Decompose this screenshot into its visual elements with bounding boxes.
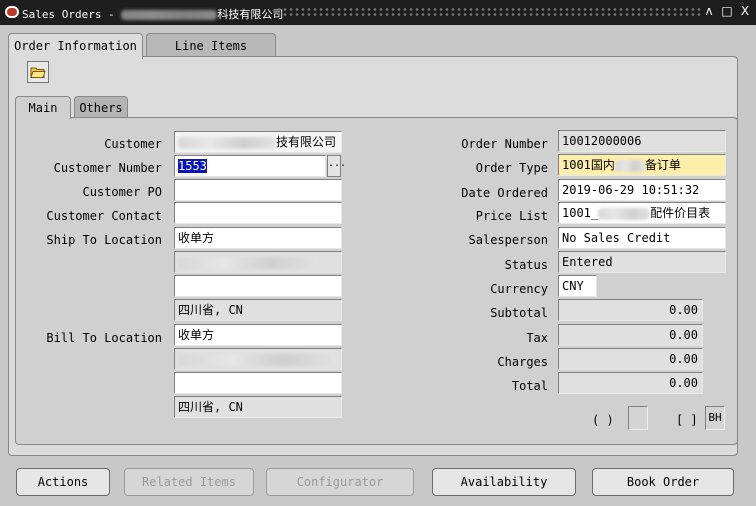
customer-label: Customer — [104, 137, 162, 151]
tab-order-information[interactable]: Order Information — [8, 33, 143, 59]
ship-to-address-line-2[interactable] — [174, 275, 342, 297]
total-field: 0.00 — [558, 372, 703, 394]
redacted-text — [598, 207, 651, 220]
action-button-bar: Actions Related Items Configurator Avail… — [8, 460, 738, 500]
bracket-indicator: [ ] — [676, 413, 698, 427]
window-title-suffix: 科技有限公司 — [217, 8, 284, 21]
order-type-label: Order Type — [475, 161, 548, 175]
customer-field[interactable]: 技有限公司 — [174, 131, 342, 153]
title-bar-pattern — [276, 7, 702, 18]
availability-button[interactable]: Availability — [432, 468, 576, 496]
customer-po-label: Customer PO — [82, 185, 162, 199]
customer-number-lov-button[interactable]: ... — [327, 155, 346, 177]
bh-indicator: BH — [705, 406, 725, 430]
subtotal-label: Subtotal — [490, 306, 548, 320]
window-controls: ʌ □ X — [702, 4, 752, 19]
total-label: Total — [511, 379, 548, 393]
ship-to-location-label: Ship To Location — [46, 233, 162, 247]
minimize-icon[interactable]: ʌ — [702, 4, 716, 19]
tab-line-items[interactable]: Line Items — [146, 33, 276, 57]
redacted-text — [178, 256, 318, 269]
redacted-text — [178, 136, 276, 149]
ship-to-address-line-1[interactable] — [174, 251, 342, 273]
paren-indicator: ( ) — [592, 413, 614, 427]
date-ordered-label: Date Ordered — [461, 186, 548, 200]
open-folder-button[interactable] — [27, 61, 49, 83]
order-number-label: Order Number — [461, 137, 548, 151]
redacted-text — [614, 159, 645, 172]
price-list-field[interactable]: 1001_ 配件价目表 — [558, 202, 726, 224]
customer-contact-field[interactable] — [174, 202, 342, 224]
price-list-label: Price List — [475, 209, 548, 223]
ship-to-region: 四川省, CN — [174, 299, 342, 321]
subtotal-field: 0.00 — [558, 299, 703, 321]
ship-to-location-field[interactable]: 收单方 — [174, 227, 342, 249]
actions-button[interactable]: Actions — [16, 468, 110, 496]
date-ordered-field[interactable]: 2019-06-29 10:51:32 — [558, 179, 726, 201]
tax-label: Tax — [526, 331, 548, 345]
currency-field[interactable]: CNY — [558, 275, 597, 297]
charges-field: 0.00 — [558, 348, 703, 370]
bill-to-address-line-1[interactable] — [174, 348, 342, 370]
order-number-field: 10012000006 — [558, 130, 726, 152]
charges-label: Charges — [497, 355, 548, 369]
customer-contact-label: Customer Contact — [46, 209, 162, 223]
bill-to-address-line-2[interactable] — [174, 372, 342, 394]
close-icon[interactable]: X — [738, 4, 752, 19]
bill-to-location-label: Bill To Location — [46, 331, 162, 345]
window-title: Sales Orders - 科技有限公司 — [22, 6, 283, 22]
bill-to-region: 四川省, CN — [174, 396, 342, 418]
maximize-icon[interactable]: □ — [720, 4, 734, 19]
window-title-bar[interactable]: Sales Orders - 科技有限公司 ʌ □ X — [0, 0, 756, 25]
status-label: Status — [504, 258, 548, 272]
folder-icon — [30, 67, 46, 78]
status-field: Entered — [558, 251, 726, 273]
salesperson-field[interactable]: No Sales Credit — [558, 227, 726, 249]
customer-number-label: Customer Number — [53, 161, 162, 175]
tab-main[interactable]: Main — [15, 96, 71, 119]
tax-field: 0.00 — [558, 324, 703, 346]
salesperson-label: Salesperson — [468, 233, 548, 247]
configurator-button[interactable]: Configurator — [266, 468, 414, 496]
tab-label: Order Information — [14, 39, 137, 53]
currency-label: Currency — [490, 282, 548, 296]
oracle-logo-icon — [5, 6, 19, 18]
tab-label: Others — [79, 101, 123, 115]
tab-others[interactable]: Others — [74, 96, 128, 118]
redacted-text — [121, 10, 218, 20]
bill-to-location-field[interactable]: 收单方 — [174, 324, 342, 346]
related-items-button[interactable]: Related Items — [124, 468, 254, 496]
window-title-prefix: Sales Orders - — [22, 8, 122, 21]
tab-label: Line Items — [174, 39, 248, 53]
tab-label: Main — [28, 101, 58, 115]
customer-number-field[interactable]: 1553 — [174, 155, 326, 177]
order-type-field[interactable]: 1001国内 备订单 — [558, 154, 726, 176]
redacted-text — [178, 353, 336, 366]
book-order-button[interactable]: Book Order — [592, 468, 734, 496]
indicator-box — [628, 406, 648, 430]
customer-po-field[interactable] — [174, 179, 342, 201]
